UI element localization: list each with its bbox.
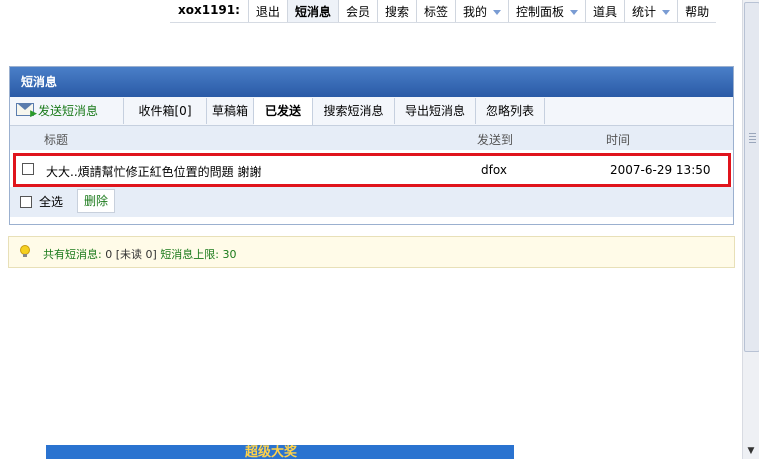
chevron-down-icon[interactable] [662, 10, 671, 15]
message-tabs: ▶ 发送短消息 收件箱[0] 草稿箱 已发送 搜索短消息 导出短消息 忽略列表 [10, 97, 733, 126]
scrollbar-thumb[interactable] [744, 2, 759, 352]
top-navigation: xox1191: 退出 短消息 会员 搜索 标签 我的 控制面板 道具 统计 帮… [170, 0, 717, 23]
message-title-link[interactable]: 大大..煩請幫忙修正紅色位置的問題 謝謝 [46, 163, 261, 180]
chevron-down-icon[interactable] [570, 10, 579, 15]
bulk-actions-bar: 全选 删除 [10, 187, 733, 217]
nav-mine[interactable]: 我的 [455, 0, 508, 22]
tab-export-messages[interactable]: 导出短消息 [395, 98, 476, 124]
banner-text: 超级大奖 [245, 445, 298, 459]
chevron-down-icon[interactable] [493, 10, 502, 15]
unread-open: [未读 [115, 248, 143, 261]
nav-messages[interactable]: 短消息 [286, 0, 338, 22]
select-all-label: 全选 [39, 195, 64, 209]
column-title: 标题 [44, 133, 69, 147]
tab-drafts[interactable]: 草稿箱 [207, 98, 254, 124]
message-time: 2007-6-29 13:50 [610, 163, 711, 177]
nav-tags[interactable]: 标签 [415, 0, 455, 22]
nav-members[interactable]: 会员 [337, 0, 377, 22]
column-recipient: 发送到 [477, 133, 514, 147]
messages-panel: 短消息 ▶ 发送短消息 收件箱[0] 草稿箱 已发送 搜索短消息 导出短消息 忽略… [9, 66, 734, 225]
table-row[interactable]: 大大..煩請幫忙修正紅色位置的問題 謝謝 dfox 2007-6-29 13:5… [13, 153, 731, 187]
message-stats-text: 共有短消息: 0 [未读 0] 短消息上限: 30 [43, 246, 237, 262]
message-stats-notice: 共有短消息: 0 [未读 0] 短消息上限: 30 [8, 236, 735, 268]
username: xox1191: [178, 3, 240, 17]
tab-inbox[interactable]: 收件箱[0] [124, 98, 207, 124]
nav-stats-label: 统计 [632, 5, 657, 19]
panel-title: 短消息 [10, 67, 733, 97]
nav-mine-label: 我的 [463, 5, 488, 19]
tab-compose[interactable]: ▶ 发送短消息 [10, 98, 124, 124]
nav-tools[interactable]: 道具 [585, 0, 624, 22]
tab-ignore-list[interactable]: 忽略列表 [476, 98, 545, 124]
total-count: 0 [105, 248, 113, 261]
grip-icon [749, 133, 756, 145]
nav-logout[interactable]: 退出 [247, 0, 287, 22]
ad-banner[interactable]: 超级大奖 [46, 445, 514, 459]
select-all-checkbox[interactable] [20, 196, 32, 208]
tab-sent[interactable]: 已发送 [254, 98, 313, 125]
limit-count: 30 [222, 248, 237, 261]
column-time: 时间 [606, 133, 631, 147]
vertical-scrollbar[interactable]: ▼ [742, 0, 759, 459]
tab-compose-label: 发送短消息 [38, 104, 99, 118]
scroll-down-arrow-icon[interactable]: ▼ [744, 444, 758, 458]
message-recipient-link[interactable]: dfox [481, 163, 507, 177]
nav-control-panel[interactable]: 控制面板 [508, 0, 585, 22]
row-checkbox[interactable] [22, 163, 34, 175]
unread-count: 0] [145, 248, 157, 261]
total-label: 共有短消息: [43, 248, 102, 261]
delete-button[interactable]: 删除 [77, 189, 115, 213]
nav-search[interactable]: 搜索 [376, 0, 416, 22]
nav-help[interactable]: 帮助 [677, 0, 716, 22]
send-mail-icon: ▶ [16, 103, 37, 119]
nav-stats[interactable]: 统计 [624, 0, 677, 22]
limit-label: 短消息上限: [160, 248, 220, 261]
nav-control-panel-label: 控制面板 [516, 5, 565, 19]
tab-search-messages[interactable]: 搜索短消息 [313, 98, 395, 124]
column-header-row: 标题 发送到 时间 [10, 126, 733, 150]
lightbulb-icon [20, 245, 30, 257]
